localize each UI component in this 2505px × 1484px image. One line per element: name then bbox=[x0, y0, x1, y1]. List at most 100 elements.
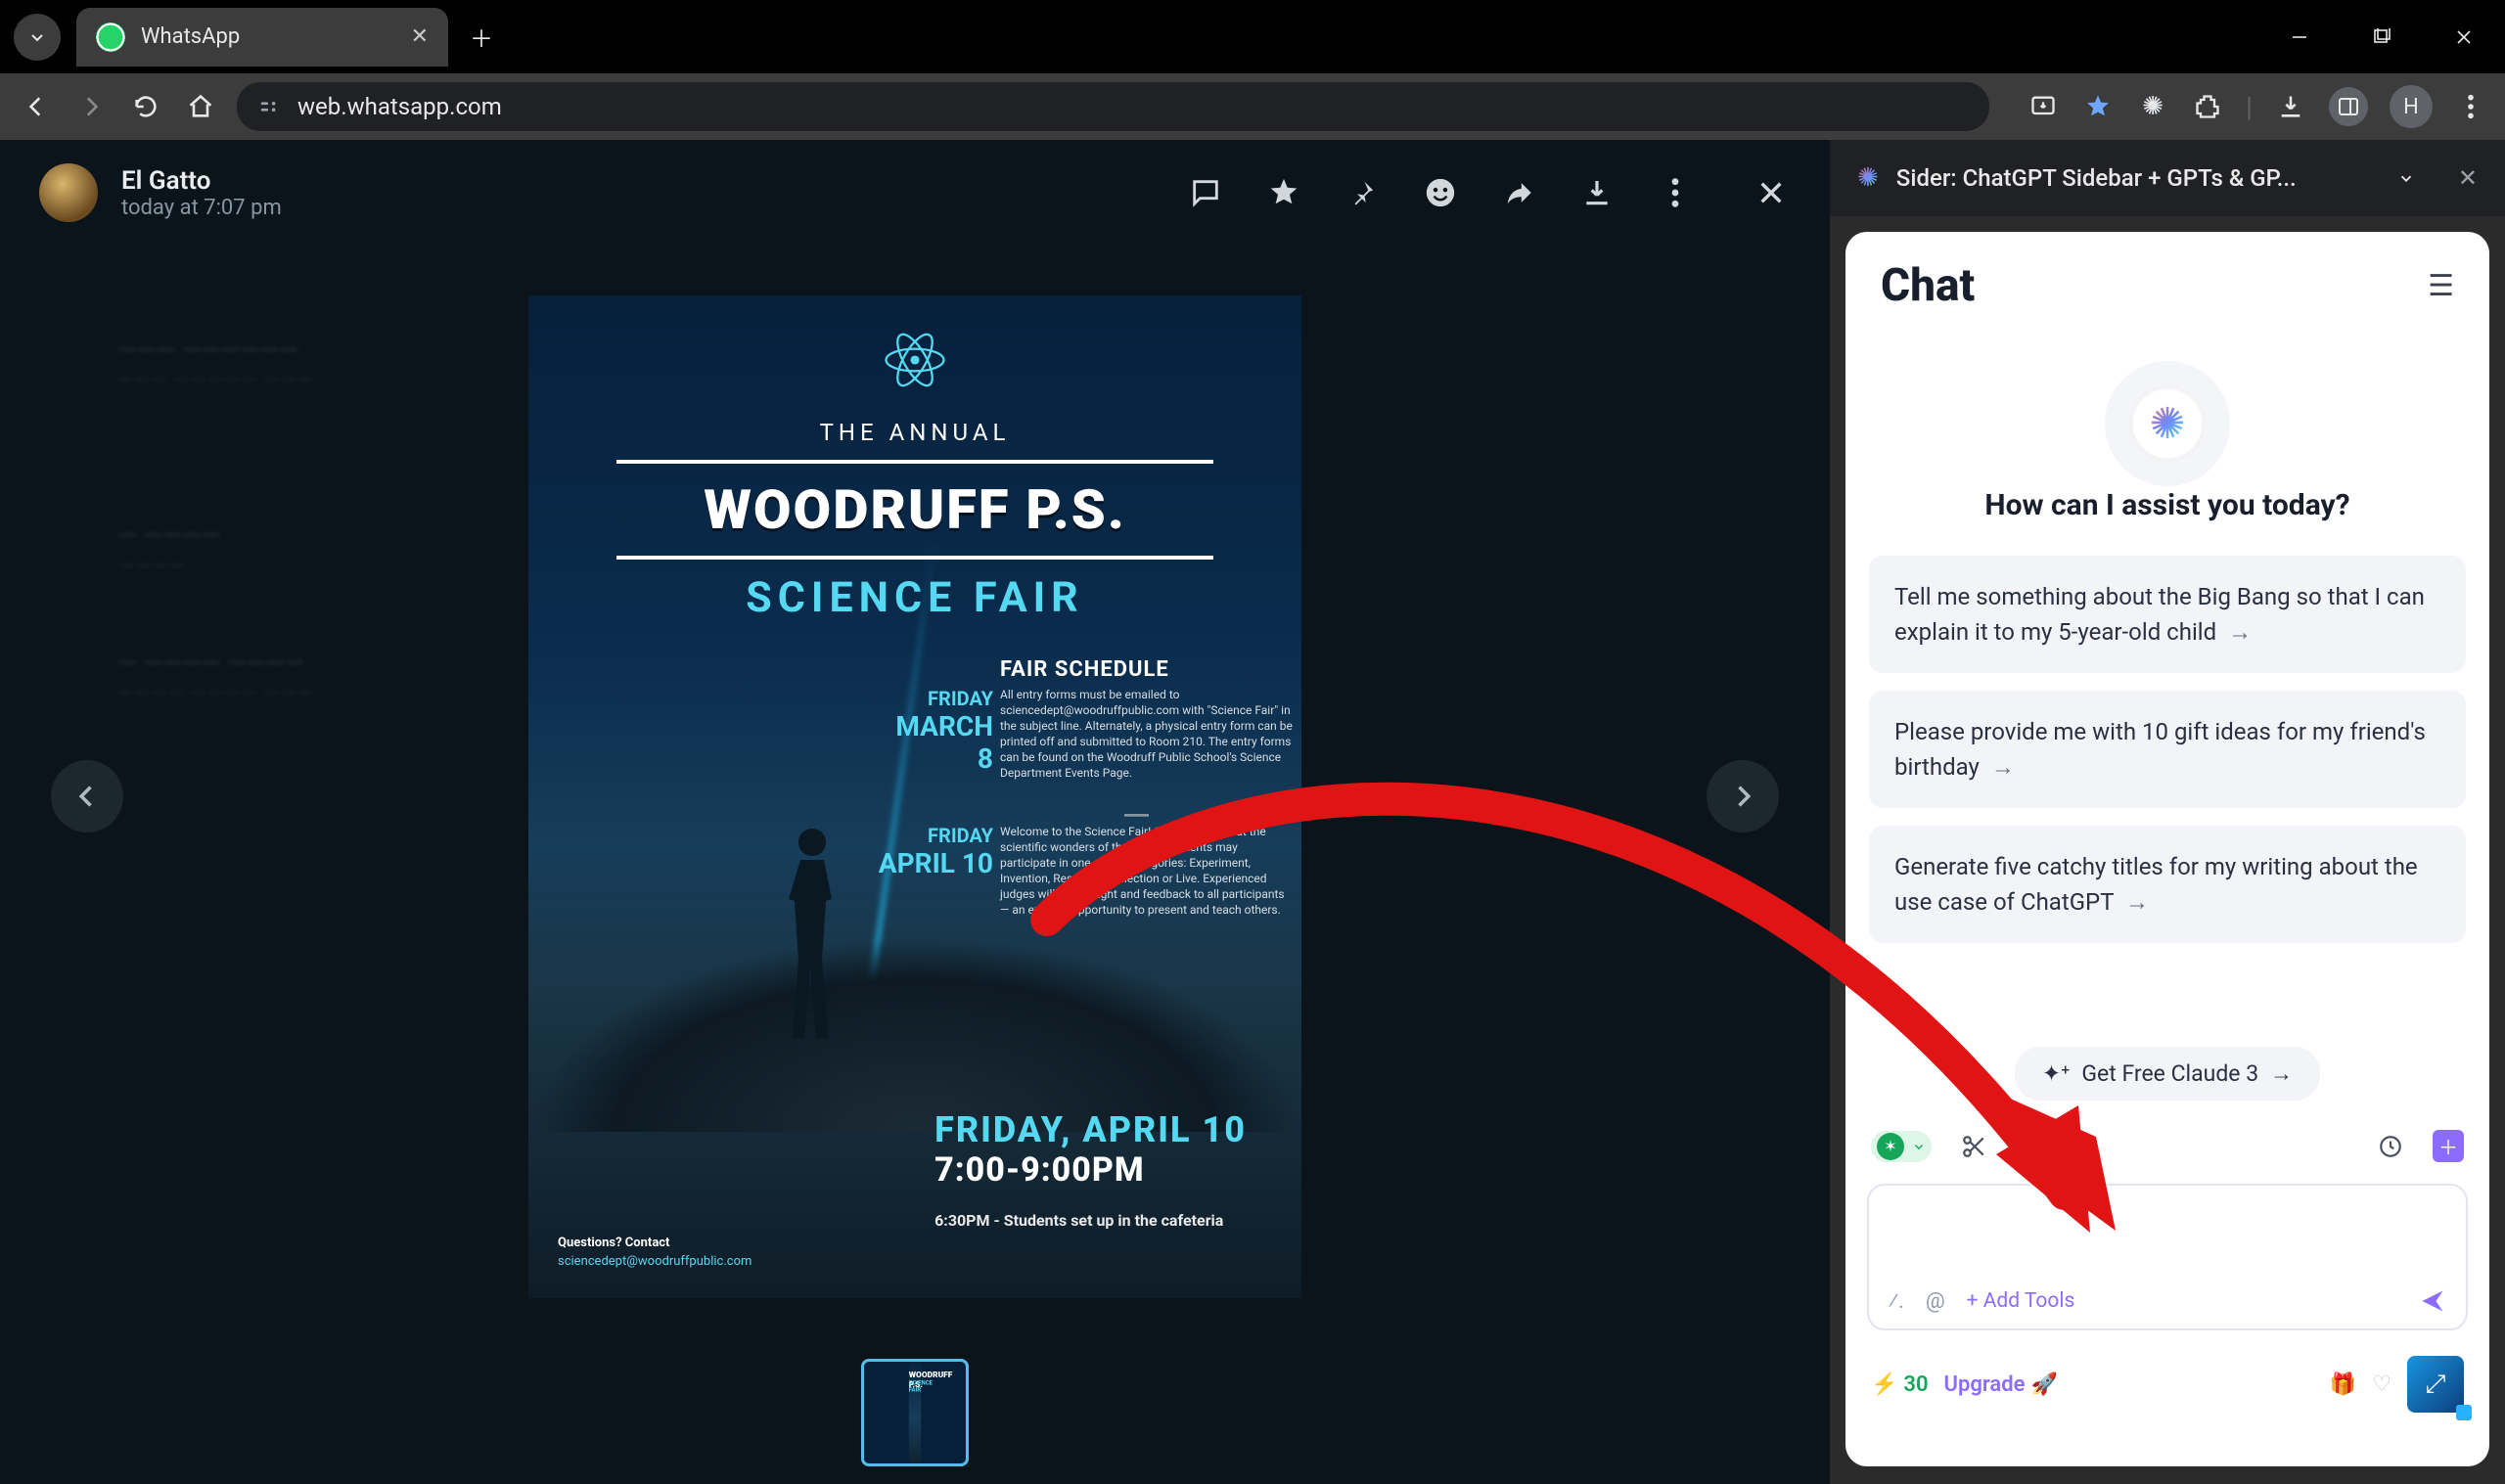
window-minimize-button[interactable] bbox=[2258, 0, 2341, 73]
upgrade-button[interactable]: Upgrade🚀 bbox=[1944, 1372, 2058, 1397]
toolbar-separator: | bbox=[2246, 91, 2253, 123]
media-viewer-actions bbox=[1186, 173, 1791, 212]
nav-forward-button[interactable] bbox=[72, 88, 110, 125]
sparkle-icon: ✦⁺ bbox=[2042, 1060, 2071, 1087]
add-tools-button[interactable]: + Add Tools bbox=[1967, 1289, 2075, 1313]
sider-tool-row: ✶ ＋ bbox=[1845, 1101, 2489, 1180]
media-viewer-header: El Gatto today at 7:07 pm bbox=[0, 140, 1830, 246]
sidepanel-dropdown-icon[interactable] bbox=[2397, 169, 2415, 187]
credits-counter[interactable]: ⚡30 bbox=[1871, 1372, 1929, 1397]
media-timestamp: today at 7:07 pm bbox=[121, 196, 282, 220]
sider-footer: ⚡30 Upgrade🚀 🎁 ♡ ⤢ bbox=[1845, 1348, 2489, 1432]
window-close-button[interactable] bbox=[2423, 0, 2505, 73]
history-icon[interactable] bbox=[2378, 1134, 2403, 1159]
star-icon[interactable] bbox=[1264, 173, 1303, 212]
sider-chat-card: Chat ☰ ✺ How can I assist you today? Tel… bbox=[1845, 232, 2489, 1466]
bolt-icon: ⚡ bbox=[1871, 1372, 1897, 1397]
schedule-para-2: Welcome to the Science Fair! Come learn … bbox=[1000, 824, 1294, 919]
sender-avatar[interactable] bbox=[39, 163, 98, 222]
window-maximize-button[interactable] bbox=[2341, 0, 2423, 73]
sider-extension-icon[interactable]: ✺ bbox=[2136, 90, 2169, 123]
sidepanel-toggle-icon[interactable] bbox=[2329, 87, 2368, 126]
suggestion-item[interactable]: Generate five catchy titles for my writi… bbox=[1869, 826, 2466, 943]
suggestion-item[interactable]: Tell me something about the Big Bang so … bbox=[1869, 556, 2466, 673]
tab-search-dropdown[interactable] bbox=[14, 14, 61, 61]
reply-icon[interactable] bbox=[1186, 173, 1225, 212]
send-button[interactable] bbox=[2419, 1287, 2446, 1315]
media-prev-button[interactable] bbox=[51, 760, 123, 832]
sender-info: El Gatto today at 7:07 pm bbox=[121, 166, 282, 220]
arrow-right-icon: → bbox=[1991, 753, 2015, 781]
downloads-icon[interactable] bbox=[2274, 90, 2307, 123]
suggestion-list: Tell me something about the Big Bang so … bbox=[1845, 556, 2489, 943]
suggestion-item[interactable]: Please provide me with 10 gift ideas for… bbox=[1869, 691, 2466, 808]
window-titlebar: WhatsApp ✕ ＋ bbox=[0, 0, 2505, 73]
poster-contact: Questions? Contact sciencedept@woodruffp… bbox=[558, 1236, 752, 1269]
install-app-icon[interactable] bbox=[2027, 90, 2060, 123]
forward-icon[interactable] bbox=[1499, 173, 1538, 212]
schedule-title: FAIR SCHEDULE bbox=[1000, 657, 1169, 682]
nav-reload-button[interactable] bbox=[127, 88, 164, 125]
poster-bottom-block: FRIDAY, APRIL 10 7:00-9:00PM 6:30PM - St… bbox=[934, 1109, 1247, 1230]
expand-icon[interactable]: ⤢ bbox=[2407, 1356, 2464, 1413]
get-claude-pill[interactable]: ✦⁺Get Free Claude 3→ bbox=[2015, 1047, 2320, 1101]
poster-heading: THE ANNUAL WOODRUFF P.S. SCIENCE FAIR bbox=[528, 413, 1301, 628]
sidepanel-title: Sider: ChatGPT Sidebar + GPTs & GP... bbox=[1896, 164, 2380, 192]
close-viewer-icon[interactable] bbox=[1752, 173, 1791, 212]
sidepanel-header: ✺ Sider: ChatGPT Sidebar + GPTs & GP... … bbox=[1830, 140, 2505, 216]
download-icon[interactable] bbox=[1577, 173, 1617, 212]
site-settings-icon[interactable] bbox=[258, 96, 280, 117]
media-thumbnail[interactable]: WOODRUFF P.S. SCIENCE FAIR bbox=[861, 1359, 969, 1466]
slash-command-icon[interactable]: ⁄. bbox=[1889, 1289, 1904, 1314]
gift-icon[interactable]: 🎁 bbox=[2330, 1372, 2356, 1397]
bookmark-star-icon[interactable] bbox=[2081, 90, 2115, 123]
whatsapp-media-viewer: ——— ————————— ————— ——— — ———————— — ———… bbox=[0, 140, 1830, 1484]
heart-icon[interactable]: ♡ bbox=[2372, 1372, 2391, 1397]
browser-menu-icon[interactable] bbox=[2454, 90, 2487, 123]
sider-tagline: How can I assist you today? bbox=[1845, 488, 2489, 522]
tab-close-icon[interactable]: ✕ bbox=[411, 24, 429, 49]
media-next-button[interactable] bbox=[1707, 760, 1779, 832]
nav-home-button[interactable] bbox=[182, 88, 219, 125]
chat-input-footer: ⁄. @ + Add Tools bbox=[1889, 1287, 2446, 1315]
browser-tab-whatsapp[interactable]: WhatsApp ✕ bbox=[76, 8, 448, 67]
address-bar[interactable]: web.whatsapp.com bbox=[237, 82, 1989, 131]
rocket-icon: 🚀 bbox=[2030, 1372, 2057, 1397]
browser-toolbar: web.whatsapp.com ✺ | H bbox=[0, 73, 2505, 140]
whatsapp-favicon-icon bbox=[96, 22, 125, 52]
sider-sidepanel: ✺ Sider: ChatGPT Sidebar + GPTs & GP... … bbox=[1830, 140, 2505, 1484]
more-menu-icon[interactable] bbox=[1656, 173, 1695, 212]
mention-icon[interactable]: @ bbox=[1926, 1289, 1945, 1314]
arrow-right-icon: → bbox=[2228, 618, 2252, 646]
new-chat-icon[interactable]: ＋ bbox=[2433, 1130, 2464, 1162]
media-thumbnail-strip: WOODRUFF P.S. SCIENCE FAIR bbox=[861, 1359, 969, 1466]
schedule-para-1: All entry forms must be emailed to scien… bbox=[1000, 687, 1294, 782]
model-selector[interactable]: ✶ bbox=[1871, 1131, 1932, 1162]
media-image-poster[interactable]: THE ANNUAL WOODRUFF P.S. SCIENCE FAIR FA… bbox=[528, 295, 1301, 1298]
pin-icon[interactable] bbox=[1343, 173, 1382, 212]
read-page-icon[interactable] bbox=[2071, 1134, 2098, 1159]
sender-name: El Gatto bbox=[121, 166, 282, 196]
tab-title: WhatsApp bbox=[141, 24, 411, 49]
new-tab-button[interactable]: ＋ bbox=[470, 20, 493, 54]
sider-brain-icon: ✺ bbox=[2128, 384, 2207, 463]
arrow-right-icon: → bbox=[2125, 888, 2149, 916]
sider-logo-icon: ✺ bbox=[1857, 163, 1879, 193]
toolbar-right-icons: ✺ | H bbox=[2027, 85, 2487, 128]
sider-menu-icon[interactable]: ☰ bbox=[2428, 269, 2454, 303]
sider-chat-header: Chat ☰ bbox=[1845, 232, 2489, 330]
atom-icon bbox=[882, 327, 948, 393]
nav-back-button[interactable] bbox=[18, 88, 55, 125]
chat-input[interactable]: ⁄. @ + Add Tools bbox=[1867, 1184, 2468, 1330]
profile-avatar[interactable]: H bbox=[2390, 85, 2433, 128]
poster-rocks bbox=[528, 936, 1301, 1132]
sider-chat-heading: Chat bbox=[1881, 259, 1975, 312]
emoji-react-icon[interactable] bbox=[1421, 173, 1460, 212]
scissors-icon[interactable] bbox=[1961, 1134, 1986, 1159]
sidepanel-close-icon[interactable]: ✕ bbox=[2458, 164, 2478, 192]
person-silhouette bbox=[773, 829, 851, 1044]
upload-file-icon[interactable] bbox=[2016, 1134, 2041, 1159]
extensions-icon[interactable] bbox=[2191, 90, 2224, 123]
main-content: ——— ————————— ————— ——— — ———————— — ———… bbox=[0, 140, 2505, 1484]
arrow-right-icon: → bbox=[2270, 1060, 2293, 1087]
